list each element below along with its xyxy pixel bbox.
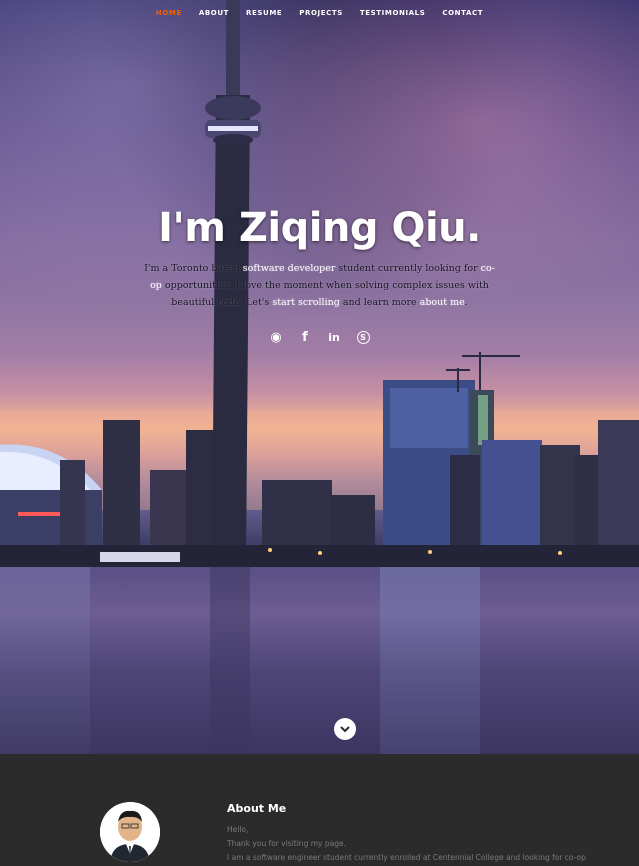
scroll-down-button[interactable] xyxy=(334,718,356,740)
social-links: ◉ f in S xyxy=(0,330,639,345)
top-navigation: HOME ABOUT RESUME PROJECTS TESTIMONIALS … xyxy=(0,0,639,26)
hero-banner: I'm Ziqing Qiu. I'm a Toronto based soft… xyxy=(0,200,639,345)
about-line: Thank you for visiting my page. xyxy=(227,839,346,848)
nav-item-testimonials[interactable]: TESTIMONIALS xyxy=(360,9,425,17)
about-content: About Me Hello, Thank you for visiting m… xyxy=(227,802,627,865)
about-section: About Me Hello, Thank you for visiting m… xyxy=(0,754,639,866)
intro-text: . xyxy=(464,297,468,308)
about-title: About Me xyxy=(227,802,287,815)
facebook-icon[interactable]: f xyxy=(299,330,312,345)
software-developer-link[interactable]: software developer xyxy=(243,263,336,274)
hero-intro: I'm a Toronto based software developer s… xyxy=(140,260,500,311)
nav-item-home[interactable]: HOME xyxy=(156,9,182,17)
chevron-down-icon xyxy=(340,725,350,732)
skype-icon[interactable]: S xyxy=(356,331,370,344)
intro-text: student currently looking for xyxy=(335,263,481,274)
linkedin-icon[interactable]: in xyxy=(328,331,341,344)
start-scrolling-link[interactable]: start scrolling xyxy=(272,297,340,308)
about-line: I am a software engineer student current… xyxy=(227,853,586,862)
hero-headline: I'm Ziqing Qiu. xyxy=(158,205,481,251)
intro-text: and learn more xyxy=(339,297,420,308)
about-line: Hello, xyxy=(227,825,249,834)
github-icon[interactable]: ◉ xyxy=(270,330,283,345)
about-me-link[interactable]: about me xyxy=(420,297,465,308)
nav-item-contact[interactable]: CONTACT xyxy=(442,9,483,17)
nav-item-about[interactable]: ABOUT xyxy=(199,9,229,17)
nav-item-projects[interactable]: PROJECTS xyxy=(299,9,343,17)
toronto-skyline-image xyxy=(0,0,639,567)
intro-text: I'm a Toronto based xyxy=(144,263,243,274)
nav-item-resume[interactable]: RESUME xyxy=(246,9,282,17)
hero-section: HOME ABOUT RESUME PROJECTS TESTIMONIALS … xyxy=(0,0,639,754)
profile-avatar xyxy=(100,802,160,862)
